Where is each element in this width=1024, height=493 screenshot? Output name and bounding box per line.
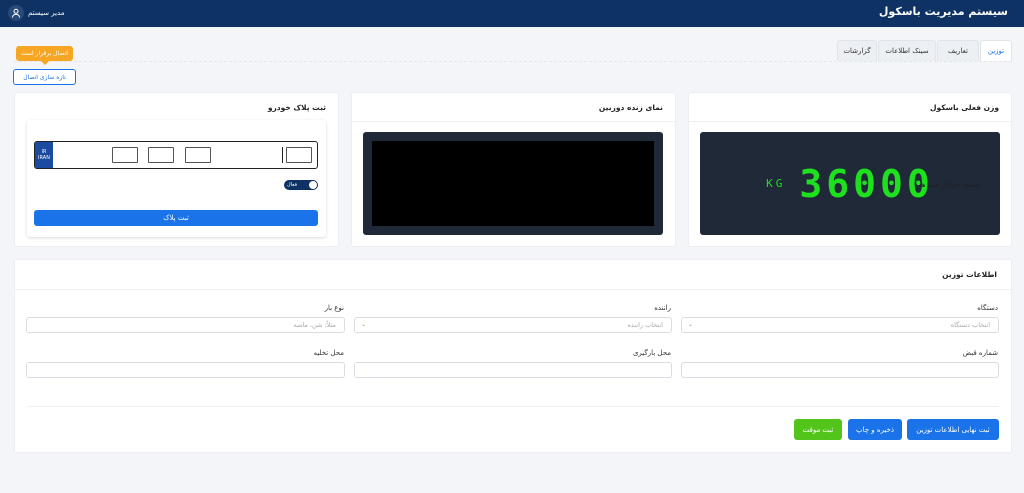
tab-reports[interactable]: گزارشات (837, 40, 877, 61)
tab-divider (14, 61, 1012, 62)
receipt-number-input[interactable] (681, 362, 999, 378)
weight-panel-title: وزن فعلی باسکول (930, 103, 999, 112)
user-icon (8, 5, 24, 21)
plate-panel-title: ثبت پلاک خودرو (267, 103, 326, 112)
driver-select[interactable]: انتخاب راننده ⌄ (354, 317, 672, 333)
camera-frame (363, 132, 663, 235)
weight-unit: KG (766, 177, 786, 190)
device-placeholder: انتخاب دستگاه (950, 321, 990, 329)
plate-separator (282, 147, 283, 163)
unloading-place-input[interactable] (26, 362, 345, 378)
camera-live-view (372, 141, 654, 226)
plate-part-1-input[interactable] (112, 147, 138, 163)
refresh-connection-button[interactable]: تازه سازی اتصال (13, 69, 76, 85)
user-menu[interactable]: مدیر سیستم (8, 4, 64, 22)
license-plate-input: IR IRAN (34, 141, 318, 169)
tab-data-sync[interactable]: سینک اطلاعات (878, 40, 936, 61)
cargo-type-input[interactable]: مثلاً: شن، ماسه (26, 317, 345, 333)
loading-place-label: محل بارگیری (632, 349, 671, 357)
auto-fill-label: تنظیم خودکار فیلد ها * (913, 181, 980, 189)
register-plate-button[interactable]: ثبت پلاک (34, 210, 318, 226)
user-name: مدیر سیستم (28, 9, 65, 17)
cargo-type-placeholder: مثلاً: شن، ماسه (293, 321, 336, 329)
chevron-down-icon: ⌄ (688, 321, 694, 328)
unloading-place-label: محل تخلیه (313, 349, 344, 357)
weighing-info-title: اطلاعات توزین (942, 270, 997, 279)
connection-status-badge: اتصال برقرار است (16, 46, 73, 65)
divider (689, 121, 1011, 122)
driver-label: راننده (654, 304, 671, 312)
plate-part-2-input[interactable] (148, 147, 174, 163)
auto-fill-toggle[interactable]: فعال (284, 180, 318, 190)
plate-flag-iran: IRAN (38, 155, 50, 161)
plate-region-input[interactable] (286, 147, 312, 163)
divider (352, 121, 675, 122)
camera-panel-title: نمای زنده دوربین (598, 103, 663, 112)
tab-definitions[interactable]: تعاریف (937, 40, 979, 61)
top-bar (0, 0, 1024, 27)
toggle-label: فعال (287, 182, 297, 188)
device-select[interactable]: انتخاب دستگاه ⌄ (681, 317, 999, 333)
chevron-down-icon: ⌄ (361, 321, 367, 328)
divider (27, 406, 999, 407)
driver-placeholder: انتخاب راننده (627, 321, 663, 329)
device-label: دستگاه (977, 304, 998, 312)
receipt-number-label: شماره قبض (962, 349, 998, 357)
divider (15, 289, 1011, 290)
final-submit-button[interactable]: ثبت نهایی اطلاعات توزین (907, 419, 999, 440)
plate-country-strip: IR IRAN (35, 142, 53, 168)
save-print-button[interactable]: ذخیره و چاپ (848, 419, 902, 440)
plate-part-3-input[interactable] (185, 147, 211, 163)
temporary-save-button[interactable]: ثبت موقت (794, 419, 842, 440)
tab-weighing[interactable]: توزین (980, 40, 1012, 61)
cargo-type-label: نوع بار (324, 304, 344, 312)
toggle-knob (309, 181, 317, 189)
app-title: سیستم مدیریت باسکول (878, 5, 1008, 18)
loading-place-input[interactable] (354, 362, 672, 378)
